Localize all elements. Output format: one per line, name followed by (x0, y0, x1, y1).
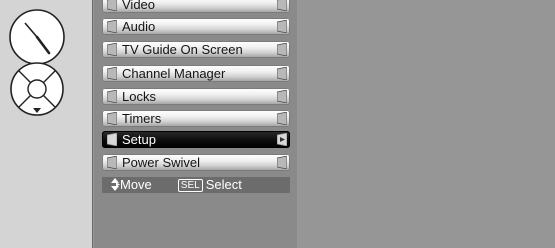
menu-tab-icon (107, 67, 117, 80)
menu-item-video[interactable]: Video (102, 0, 290, 13)
menu-item-label: Locks (122, 89, 156, 104)
menu-item-audio[interactable]: Audio (102, 18, 290, 35)
move-arrows-icon (111, 178, 120, 191)
menu-item-tv-guide-on-screen[interactable]: TV Guide On Screen (102, 41, 290, 58)
menu-tab-icon (107, 133, 117, 146)
menu-tab-icon (277, 43, 287, 56)
menu-tab-icon (107, 0, 117, 11)
menu-item-channel-manager[interactable]: Channel Manager (102, 65, 290, 82)
setup-menu-panel: Video Audio TV Guide On Screen Channel M… (94, 0, 297, 248)
menu-tab-icon (107, 90, 117, 103)
sel-key-badge: SEL (177, 179, 203, 192)
submenu-arrow-icon (277, 133, 287, 146)
navigation-pad-icon (8, 62, 68, 120)
menu-item-label: Timers (122, 111, 162, 126)
menu-tab-icon (277, 90, 287, 103)
menu-tab-icon (277, 112, 287, 125)
dial-icon (8, 8, 68, 68)
menu-item-label: Setup (122, 132, 156, 147)
menu-item-label: TV Guide On Screen (122, 42, 243, 57)
menu-tab-icon (277, 20, 287, 33)
menu-item-locks[interactable]: Locks (102, 88, 290, 105)
menu-item-timers[interactable]: Timers (102, 110, 290, 127)
menu-item-label: Power Swivel (122, 155, 201, 170)
key-hint-bar: Move SEL Select (102, 177, 290, 193)
menu-tab-icon (277, 0, 287, 11)
menu-tab-icon (107, 112, 117, 125)
menu-tab-icon (277, 67, 287, 80)
menu-tab-icon (277, 156, 287, 169)
menu-tab-icon (107, 156, 117, 169)
menu-item-power-swivel[interactable]: Power Swivel (102, 154, 290, 171)
side-panel (0, 0, 93, 248)
menu-item-label: Video (122, 0, 156, 12)
menu-item-setup[interactable]: Setup (102, 131, 290, 148)
menu-item-label: Audio (122, 19, 156, 34)
move-hint-label: Move (120, 177, 152, 192)
menu-tab-icon (107, 43, 117, 56)
menu-item-label: Channel Manager (122, 66, 226, 81)
menu-tab-icon (107, 20, 117, 33)
select-hint-label: Select (205, 177, 242, 192)
